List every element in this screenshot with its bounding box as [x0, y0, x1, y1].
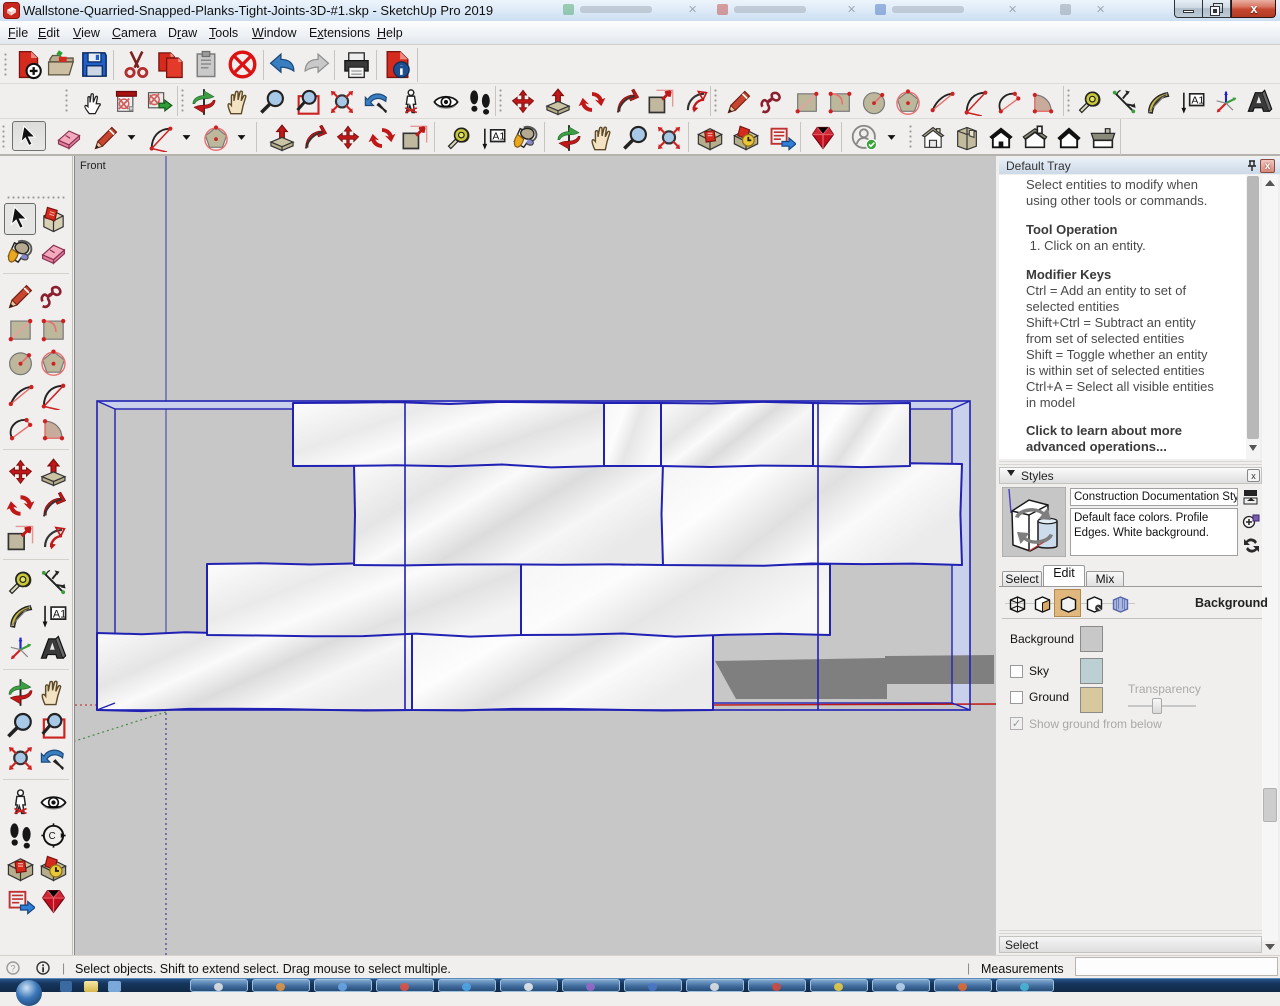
svg-text:Front: Front	[80, 160, 106, 172]
svg-text:?: ?	[11, 964, 16, 974]
